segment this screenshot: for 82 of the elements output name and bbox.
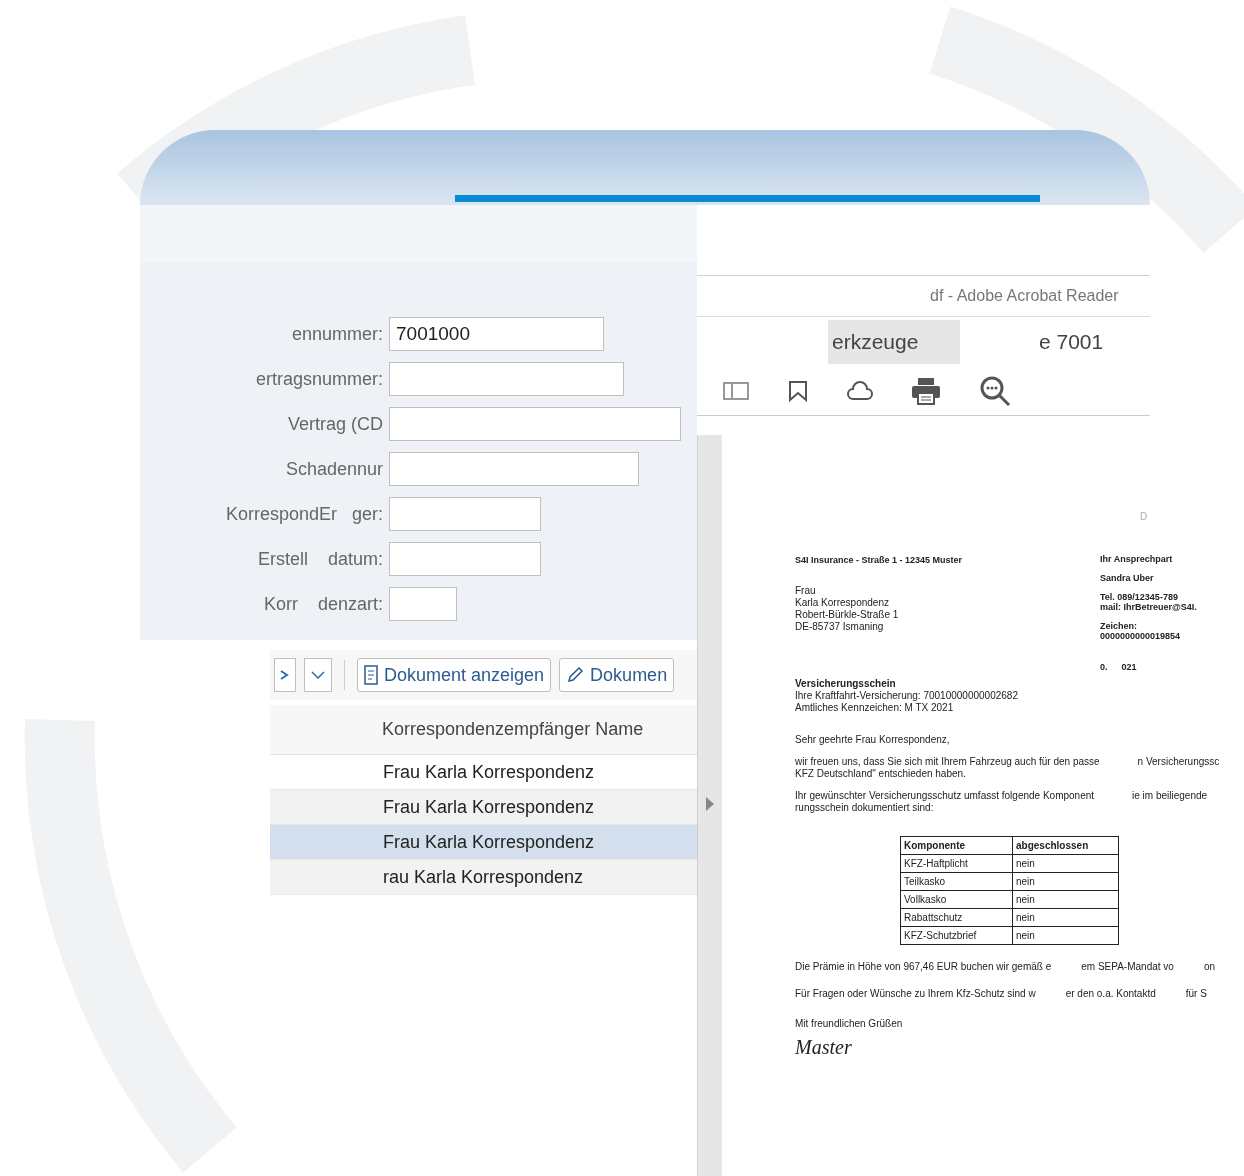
settings-button[interactable] (274, 658, 296, 692)
expand-arrow-icon[interactable] (705, 797, 715, 811)
table-row[interactable]: Frau Karla Korrespondenz (270, 755, 697, 790)
contact-line: mail: IhrBetreuer@S4I. (1100, 602, 1197, 612)
input-field[interactable] (389, 452, 639, 486)
paragraph-text: wir freuen uns, dass Sie sich mit Ihrem Fahrzeug auch für den passe (795, 756, 1100, 768)
bookmark-icon[interactable] (787, 379, 809, 402)
window-title: df - Adobe Acrobat Reader (929, 286, 1120, 306)
field-label: Vertrag (CD (286, 412, 383, 436)
heading-line: Ihre Kraftfahrt-Versicherung: 70010000000002682 (795, 690, 1019, 702)
field-label: ertragsnummer: (254, 367, 383, 391)
paragraph-text: KFZ Deutschland" entschieden haben. (795, 768, 966, 780)
column-header: Korrespondenzempfänger Name (382, 718, 644, 741)
table-cell-text: rau Karla Korrespondenz (383, 865, 584, 889)
search-icon[interactable] (979, 374, 1011, 407)
dropdown-button[interactable] (304, 658, 332, 692)
signature-text: Master (795, 1035, 853, 1059)
table-cell: nein (1012, 908, 1119, 927)
tab[interactable]: erkzeuge (828, 319, 960, 364)
address-line: DE-85737 Ismaning (795, 621, 885, 633)
paragraph-text: für S (1185, 988, 1207, 1000)
field-label: Erstell datum: (256, 547, 383, 571)
contact-line: 0000000000019854 (1100, 631, 1182, 641)
field-label: ennummer: (290, 322, 383, 346)
paragraph-text: er den o.a. Kontaktd (1065, 988, 1156, 1000)
address-line: Frau (795, 585, 817, 597)
paragraph-text: Für Fragen oder Wünsche zu Ihrem Kfz-Schutz sind w (795, 988, 1036, 1000)
document-icon (364, 665, 378, 685)
table-cell: nein (1012, 926, 1119, 945)
table-cell-text: Frau Karla Korrespondenz (383, 760, 595, 784)
input-field[interactable] (389, 587, 457, 621)
paragraph-text: em SEPA-Mandat vo (1081, 961, 1174, 973)
table-row[interactable]: rau Karla Korrespondenz (270, 860, 697, 895)
greeting-text: Mit freundlichen Grüßen (795, 1018, 904, 1030)
pencil-icon (566, 666, 585, 684)
input-field[interactable]: 7001000 (389, 317, 604, 351)
table-cell: Teilkasko (900, 872, 1013, 891)
contact-line: Tel. 089/12345-789 (1100, 592, 1179, 602)
sender-line: S4I Insurance - Straße 1 - 12345 Muster (795, 554, 964, 566)
input-field[interactable] (389, 407, 681, 441)
input-field[interactable] (389, 362, 624, 396)
paragraph-text: ie im beiliegende (1132, 790, 1208, 802)
table-cell: KFZ-Schutzbrief (900, 926, 1013, 945)
chevron-down-icon (311, 671, 325, 679)
paragraph-text: n Versicherungssc (1137, 756, 1220, 768)
table-row[interactable]: Frau Karla Korrespondenz (270, 790, 697, 825)
address-line: Robert-Bürkle-Straße 1 (795, 609, 900, 621)
field-label: Schadennur (284, 457, 383, 481)
salutation-text: Sehr geehrte Frau Korrespondenz, (795, 734, 951, 746)
paragraph-text: rungsschein dokumentiert sind: (795, 802, 934, 814)
contact-line: Zeichen: (1100, 621, 1138, 631)
table-cell-text: Frau Karla Korrespondenz (383, 795, 595, 819)
page-text: D (1140, 511, 1148, 523)
paragraph-text: Die Prämie in Höhe von 967,46 EUR buchen wir gemäß e (795, 961, 1052, 973)
date-text: 021 (1121, 662, 1137, 672)
table-cell: Rabattschutz (900, 908, 1013, 927)
contact-line: Sandra Uber (1100, 573, 1155, 583)
input-field[interactable] (389, 497, 541, 531)
field-label: KorrespondEr ger: (224, 502, 383, 526)
column-header: abgeschlossen (1012, 836, 1119, 855)
table-cell: Vollkasko (900, 890, 1013, 909)
contact-line: Ihr Ansprechpart (1100, 554, 1174, 564)
table-cell: nein (1012, 854, 1119, 873)
printer-icon[interactable] (911, 376, 941, 405)
table-row[interactable]: Frau Karla Korrespondenz (270, 825, 697, 860)
address-line: Karla Korrespondenz (795, 597, 890, 609)
heading-line: Amtliches Kennzeichen: M TX 2021 (795, 702, 955, 714)
panel-icon[interactable] (723, 380, 749, 401)
date-text: 0. (1100, 662, 1108, 672)
cloud-icon[interactable] (847, 380, 873, 401)
show-document-button[interactable]: Dokument anzeigen (357, 658, 552, 692)
edit-document-button[interactable]: Dokumen (559, 658, 675, 692)
column-header: Komponente (900, 836, 1013, 855)
paragraph-text: Ihr gewünschter Versicherungsschutz umfasst folgende Komponent (795, 790, 1095, 802)
table-cell: nein (1012, 872, 1119, 891)
table-cell: nein (1012, 890, 1119, 909)
field-label: Korr denzart: (262, 592, 383, 616)
paragraph-text: on (1203, 961, 1215, 973)
input-field[interactable] (389, 542, 541, 576)
document-heading: Versicherungsschein (795, 678, 897, 690)
table-cell-text: Frau Karla Korrespondenz (383, 830, 595, 854)
table-cell: KFZ-Haftplicht (900, 854, 1013, 873)
